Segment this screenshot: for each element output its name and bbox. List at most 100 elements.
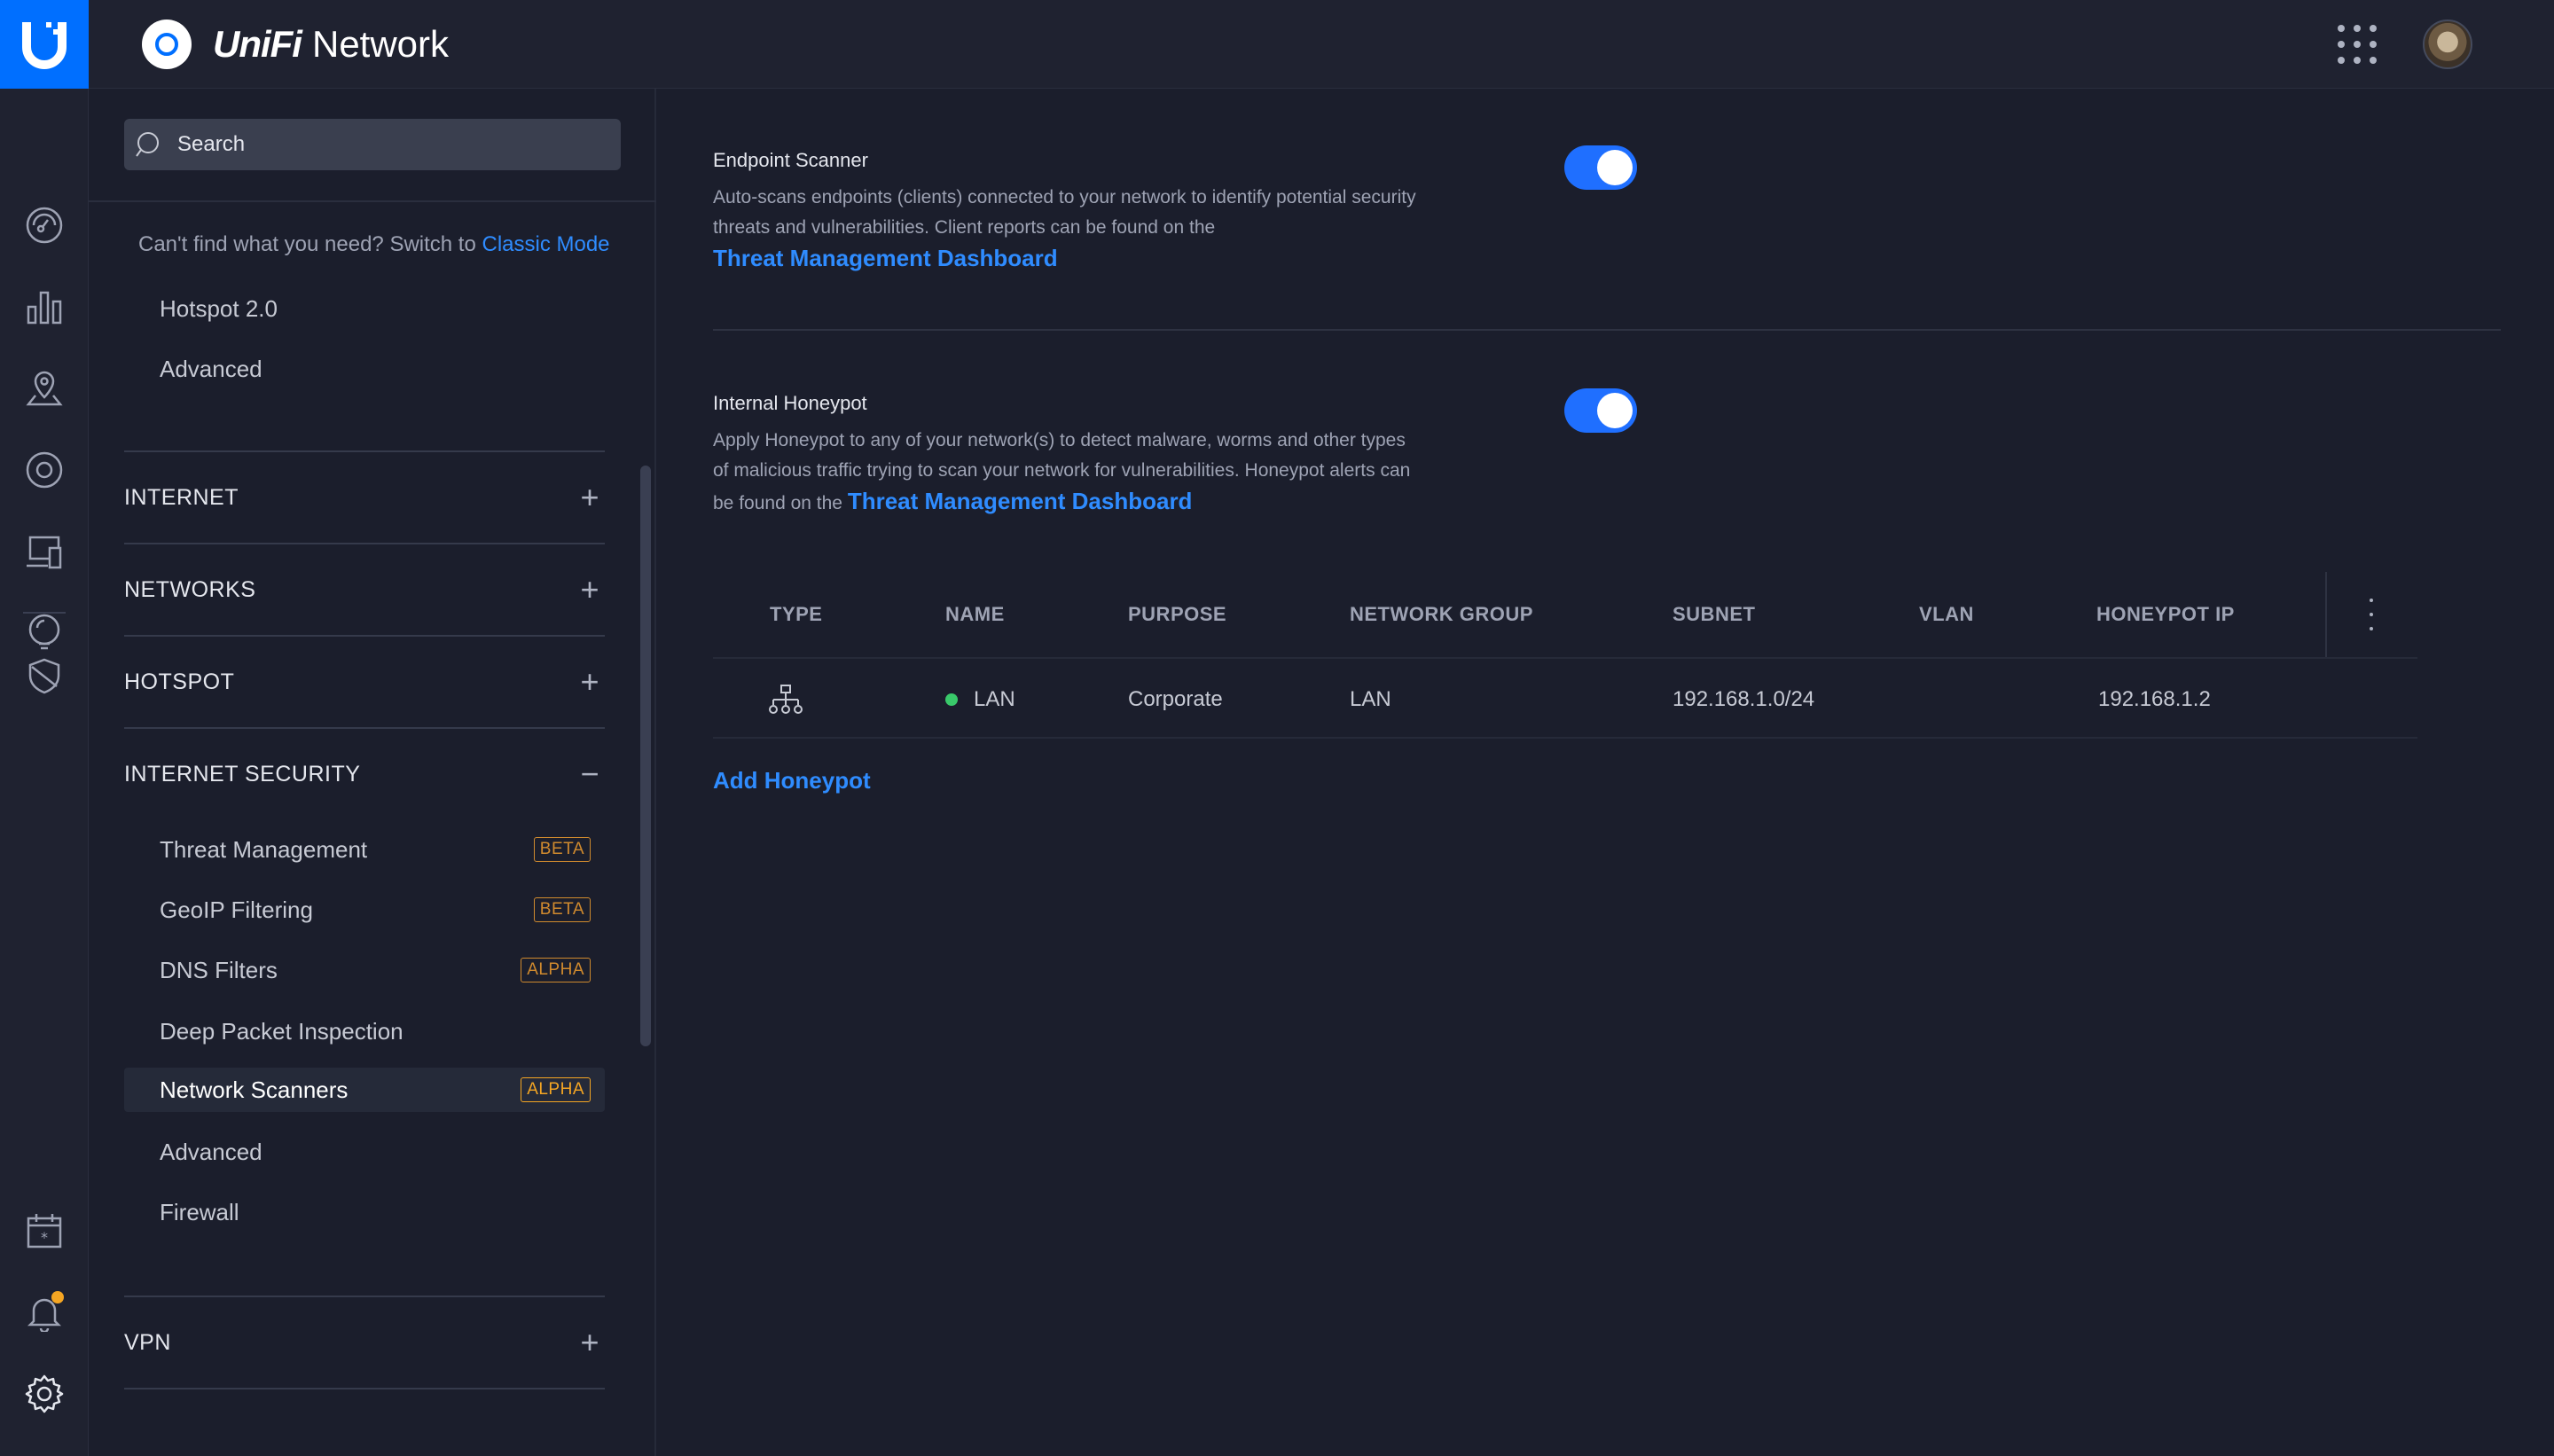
row-network-group: LAN	[1350, 687, 1391, 711]
column-header-type[interactable]: TYPE	[770, 572, 822, 657]
endpoint-scanner-toggle[interactable]	[1564, 145, 1637, 190]
sidebar-divider	[124, 1388, 605, 1389]
dashboard-icon[interactable]	[23, 204, 66, 247]
beta-badge: BETA	[533, 897, 591, 922]
search-input[interactable]	[177, 132, 603, 157]
avatar[interactable]	[2423, 20, 2472, 69]
endpoint-scanner-title: Endpoint Scanner	[713, 149, 868, 171]
online-status-dot	[945, 693, 958, 706]
section-label: INTERNET SECURITY	[124, 761, 361, 787]
expand-plus-icon: +	[580, 663, 599, 700]
sidebar-item-label: Deep Packet Inspection	[160, 1017, 403, 1045]
sidebar-item-label: GeoIP Filtering	[160, 896, 313, 923]
beta-badge: BETA	[533, 837, 591, 862]
column-menu-divider	[2325, 572, 2327, 657]
app-title: UniFi Network	[213, 20, 449, 69]
search-icon	[136, 132, 159, 157]
rail-divider	[23, 612, 66, 614]
sidebar-item-dns-filters[interactable]: DNS Filters ALPHA	[124, 948, 605, 992]
alpha-badge: ALPHA	[521, 1077, 591, 1102]
section-vpn[interactable]: VPN +	[124, 1296, 605, 1388]
statistics-icon[interactable]	[23, 286, 66, 328]
classic-mode-hint: Can't find what you need? Switch to Clas…	[138, 232, 610, 257]
sidebar-item-firewall[interactable]: Firewall	[124, 1190, 605, 1234]
map-icon[interactable]	[23, 367, 66, 410]
section-hotspot[interactable]: HOTSPOT +	[124, 635, 605, 727]
column-header-name[interactable]: NAME	[945, 572, 1005, 657]
settings-sidebar: Can't find what you need? Switch to Clas…	[89, 89, 656, 1456]
nav-rail: *	[0, 89, 89, 1456]
sidebar-item-hotspot-2[interactable]: Hotspot 2.0	[124, 286, 605, 331]
internal-honeypot-title: Internal Honeypot	[713, 392, 867, 414]
sidebar-item-label: Network Scanners	[160, 1076, 349, 1103]
row-name: LAN	[974, 687, 1015, 711]
notification-dot	[51, 1291, 64, 1303]
sidebar-item-geoip-filtering[interactable]: GeoIP Filtering BETA	[124, 888, 605, 932]
insights-icon[interactable]	[23, 610, 66, 653]
column-header-subnet[interactable]: SUBNET	[1673, 572, 1755, 657]
sidebar-item-deep-packet-inspection[interactable]: Deep Packet Inspection	[124, 1009, 605, 1053]
row-subnet: 192.168.1.0/24	[1673, 687, 1815, 711]
sidebar-item-label: Advanced	[160, 355, 262, 382]
column-header-vlan[interactable]: VLAN	[1919, 572, 1974, 657]
app-title-product: Network	[311, 23, 450, 65]
table-row[interactable]: LAN Corporate LAN 192.168.1.0/24 192.168…	[713, 661, 2417, 739]
sidebar-item-label: Firewall	[160, 1198, 239, 1225]
sidebar-item-network-scanners[interactable]: Network Scanners ALPHA	[124, 1068, 605, 1112]
row-purpose: Corporate	[1128, 687, 1223, 711]
section-label: HOTSPOT	[124, 669, 235, 694]
sidebar-scrollbar[interactable]	[640, 466, 651, 1046]
internal-honeypot-toggle[interactable]	[1564, 388, 1637, 433]
ubiquiti-u-icon	[22, 22, 67, 69]
endpoint-scanner-description-text: Auto-scans endpoints (clients) connected…	[713, 187, 1416, 238]
sidebar-item-label: Threat Management	[160, 835, 368, 863]
expand-plus-icon: +	[580, 571, 599, 607]
ubiquiti-logo-button[interactable]	[0, 0, 89, 89]
endpoint-scanner-description: Auto-scans endpoints (clients) connected…	[713, 183, 1422, 276]
column-header-purpose[interactable]: PURPOSE	[1128, 572, 1226, 657]
sidebar-item-advanced-security[interactable]: Advanced	[124, 1130, 605, 1174]
sidebar-item-threat-management[interactable]: Threat Management BETA	[124, 827, 605, 872]
security-shield-icon[interactable]	[23, 654, 66, 697]
expand-plus-icon: +	[580, 1324, 599, 1360]
settings-gear-icon[interactable]	[23, 1373, 66, 1415]
devices-icon[interactable]	[23, 449, 66, 491]
threat-dashboard-link[interactable]: Threat Management Dashboard	[713, 245, 1058, 271]
sidebar-item-advanced-wifi[interactable]: Advanced	[124, 347, 605, 391]
sidebar-divider	[89, 200, 656, 202]
network-topology-icon	[768, 661, 803, 739]
section-internet[interactable]: INTERNET +	[124, 450, 605, 543]
sidebar-item-label: DNS Filters	[160, 956, 278, 983]
classic-mode-hint-text: Can't find what you need? Switch to	[138, 232, 476, 256]
bell-icon[interactable]	[23, 1291, 66, 1334]
internal-honeypot-description: Apply Honeypot to any of your network(s)…	[713, 426, 1422, 519]
svg-text:*: *	[41, 1229, 48, 1246]
sidebar-item-label: Hotspot 2.0	[160, 294, 278, 322]
sidebar-item-label: Advanced	[160, 1138, 262, 1165]
expand-plus-icon: +	[580, 479, 599, 515]
row-honeypot-ip: 192.168.1.2	[2098, 687, 2211, 711]
section-internet-security[interactable]: INTERNET SECURITY −	[124, 727, 605, 819]
main-content: Endpoint Scanner Auto-scans endpoints (c…	[658, 89, 2554, 1456]
search-box[interactable]	[124, 119, 621, 170]
honeypot-table-header: TYPE NAME PURPOSE NETWORK GROUP SUBNET V…	[713, 572, 2417, 659]
calendar-icon[interactable]: *	[23, 1209, 66, 1252]
section-networks[interactable]: NETWORKS +	[124, 543, 605, 635]
add-honeypot-button[interactable]: Add Honeypot	[713, 767, 871, 795]
section-label: VPN	[124, 1329, 171, 1355]
top-bar: UniFi Network	[0, 0, 2554, 89]
app-logo	[142, 20, 192, 69]
classic-mode-link[interactable]: Classic Mode	[482, 232, 609, 256]
threat-dashboard-link[interactable]: Threat Management Dashboard	[848, 488, 1193, 514]
column-header-honeypot-ip[interactable]: HONEYPOT IP	[2096, 572, 2235, 657]
section-label: INTERNET	[124, 484, 239, 510]
column-header-network-group[interactable]: NETWORK GROUP	[1350, 572, 1533, 657]
kebab-menu-icon[interactable]	[2362, 599, 2380, 630]
collapse-minus-icon: −	[580, 755, 599, 792]
clients-icon[interactable]	[23, 530, 66, 573]
apps-grid-icon[interactable]	[2334, 21, 2380, 67]
settings-divider	[713, 329, 2501, 331]
app-title-brand: UniFi	[213, 23, 302, 65]
section-label: NETWORKS	[124, 576, 256, 602]
row-name-cell: LAN	[945, 661, 1015, 739]
